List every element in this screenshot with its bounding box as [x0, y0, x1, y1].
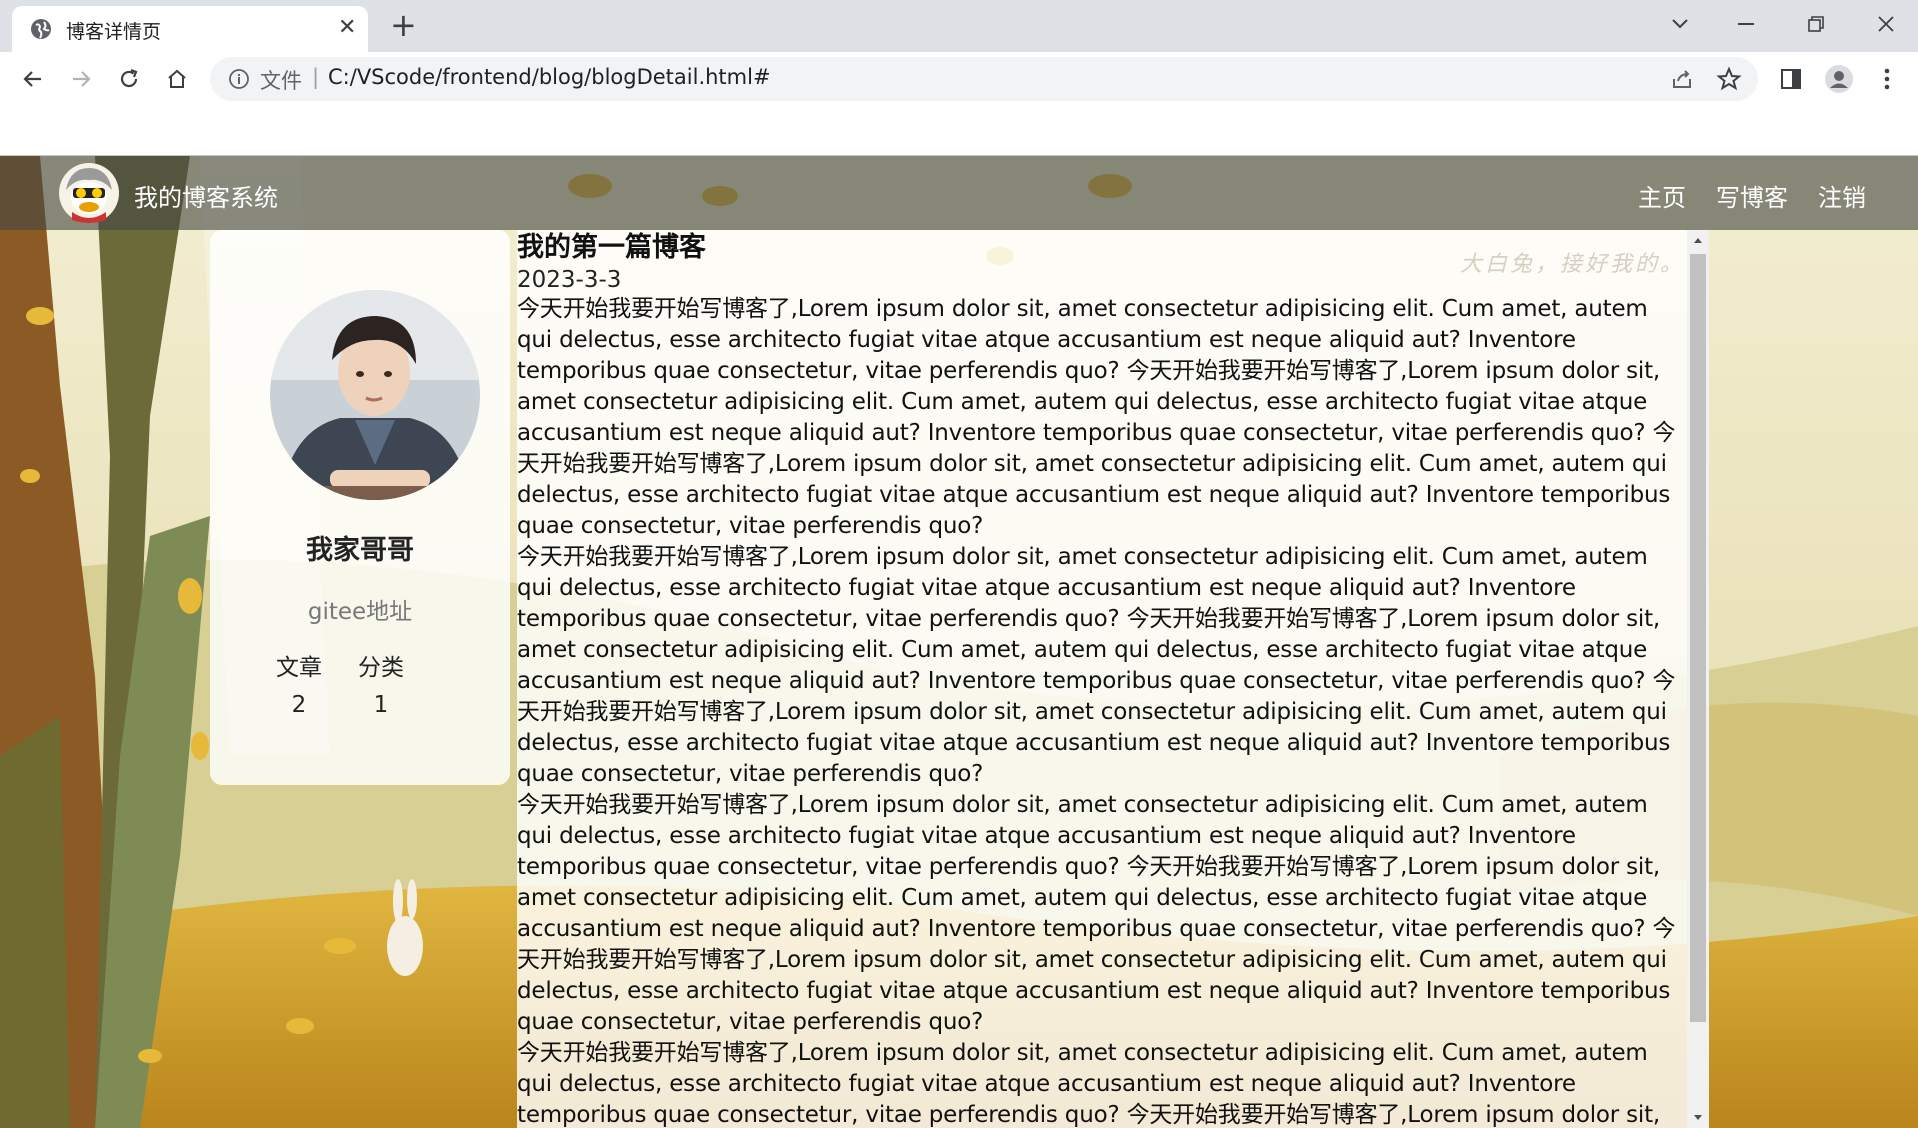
tab-close-icon[interactable]: ✕ [338, 15, 356, 41]
blog-paragraph: 今天开始我要开始写博客了,Lorem ipsum dolor sit, amet… [517, 1040, 1661, 1128]
share-icon[interactable] [1670, 67, 1694, 91]
site-logo-icon[interactable] [58, 162, 120, 224]
globe-icon [31, 19, 51, 39]
author-card: 我家哥哥 gitee地址 文章 分类 2 1 [210, 230, 510, 785]
blog-content-area[interactable]: 我的第一篇博客 2023-3-3 今天开始我要开始写博客了,Lorem ipsu… [517, 230, 1687, 1128]
nav-link-home[interactable]: 主页 [1638, 178, 1686, 213]
author-name: 我家哥哥 [306, 535, 414, 566]
url-scheme-label: 文件 [260, 69, 302, 93]
new-tab-icon[interactable]: + [390, 8, 417, 42]
blog-paragraph: 今天开始我要开始写博客了,Lorem ipsum dolor sit, amet… [517, 792, 1676, 1035]
background-watermark-text: 大白兔，接好我的。 [1460, 252, 1686, 277]
home-icon[interactable] [160, 62, 194, 96]
side-panel-icon[interactable] [1774, 62, 1808, 96]
blog-paragraph: 今天开始我要开始写博客了,Lorem ipsum dolor sit, amet… [517, 544, 1676, 787]
close-window-icon[interactable] [1856, 6, 1916, 42]
stat-value-articles: 2 [291, 692, 307, 718]
stat-value-categories: 1 [373, 692, 389, 718]
url-separator: | [312, 65, 320, 89]
reload-icon[interactable] [112, 62, 146, 96]
info-icon[interactable] [228, 68, 250, 90]
restore-icon[interactable] [1786, 6, 1846, 42]
blog-paragraph: 今天开始我要开始写博客了,Lorem ipsum dolor sit, amet… [517, 296, 1676, 539]
profile-avatar-icon[interactable] [1822, 62, 1856, 96]
tab-title: 博客详情页 [66, 21, 162, 43]
scrollbar-thumb[interactable] [1690, 254, 1706, 1022]
browser-tab[interactable]: 博客详情页 ✕ [12, 6, 368, 52]
scroll-down-arrow-icon[interactable] [1687, 1108, 1709, 1128]
stat-label-articles: 文章 [276, 655, 322, 681]
tab-search-chevron-icon[interactable] [1650, 6, 1710, 42]
author-avatar [270, 290, 480, 500]
site-title: 我的博客系统 [134, 184, 278, 212]
nav-link-write-blog[interactable]: 写博客 [1716, 178, 1788, 213]
minimize-icon[interactable] [1716, 6, 1776, 42]
top-navigation-bar: 我的博客系统 主页 写博客 注销 [0, 156, 1918, 230]
scroll-up-arrow-icon[interactable] [1687, 230, 1709, 250]
more-menu-icon[interactable] [1870, 62, 1904, 96]
content-scrollbar[interactable] [1687, 230, 1709, 1128]
nav-link-logout[interactable]: 注销 [1818, 178, 1866, 213]
back-icon[interactable] [16, 62, 50, 96]
forward-icon[interactable] [64, 62, 98, 96]
gitee-link[interactable]: gitee地址 [210, 592, 510, 626]
stat-label-categories: 分类 [358, 655, 404, 681]
url-text[interactable]: C:/VScode/frontend/blog/blogDetail.html# [328, 65, 771, 89]
address-bar[interactable]: 文件 | C:/VScode/frontend/blog/blogDetail.… [210, 57, 1758, 101]
browser-tab-strip: 博客详情页 ✕ + [0, 0, 1918, 52]
bookmark-star-icon[interactable] [1716, 66, 1742, 92]
page-viewport: 我的博客系统 主页 写博客 注销 我家哥哥 gitee地址 文章 分类 2 1 … [0, 156, 1918, 1128]
